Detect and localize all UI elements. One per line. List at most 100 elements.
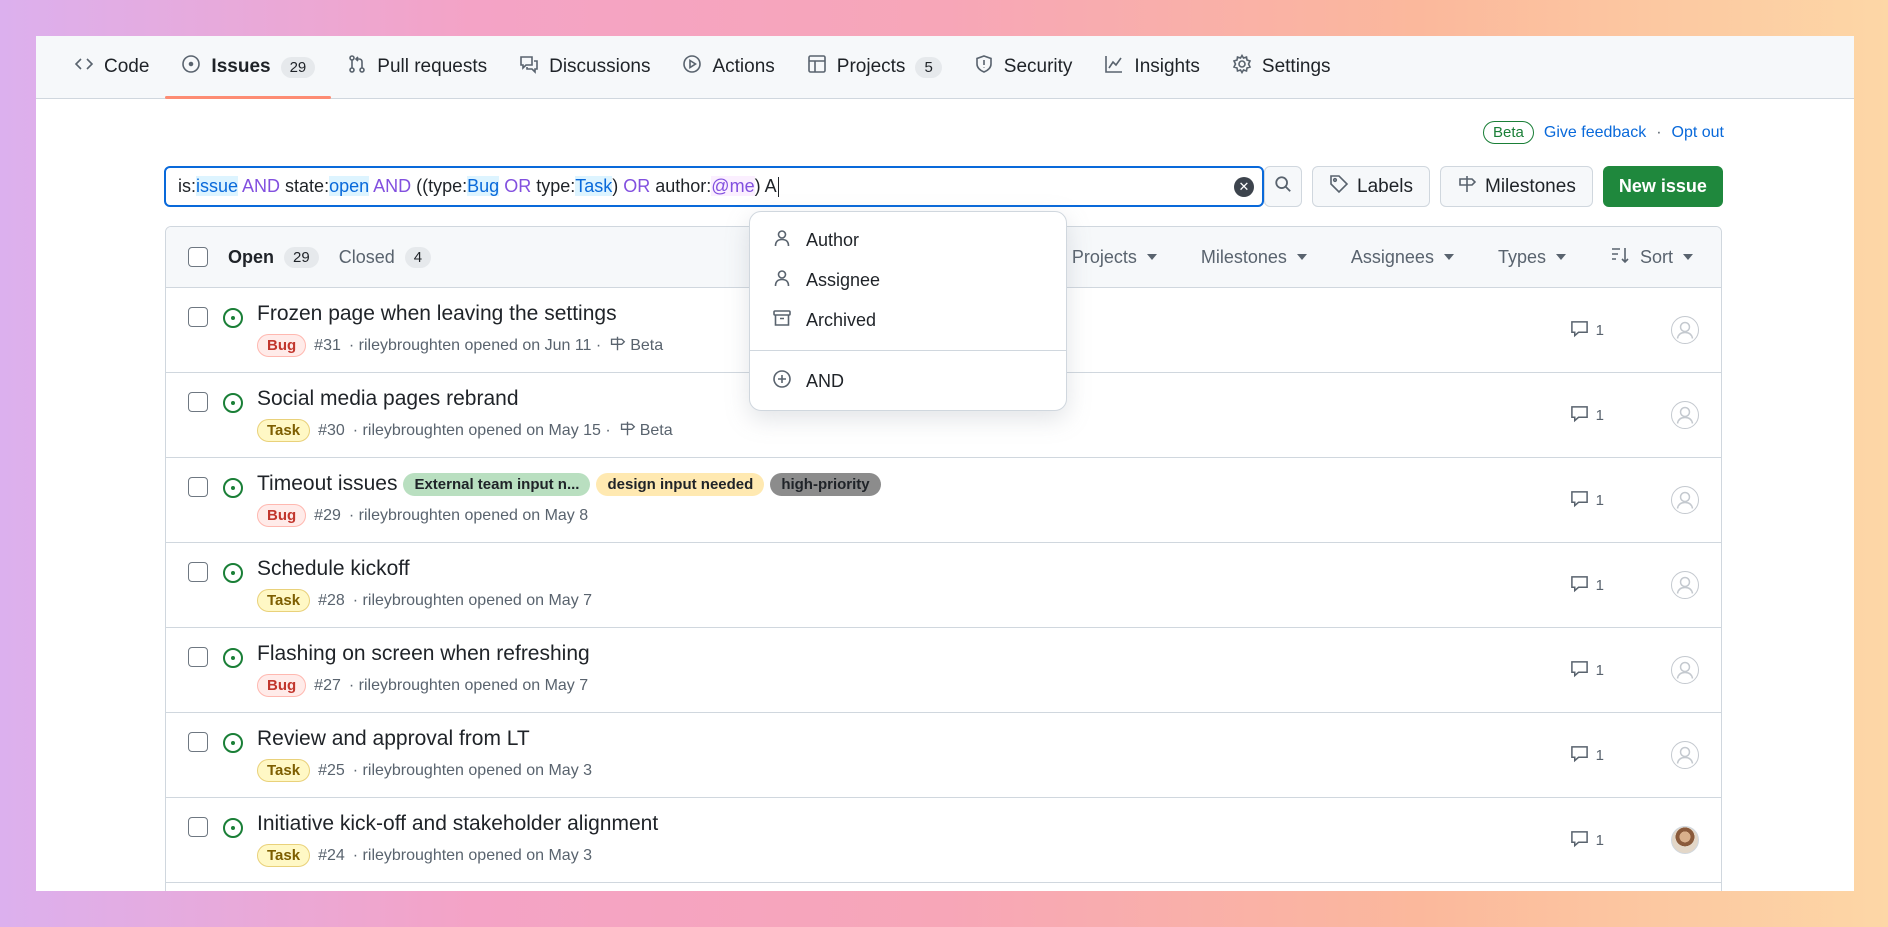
issue-title[interactable]: Frozen page when leaving the settings [257,302,617,326]
comments-link[interactable]: 1 [1570,319,1604,342]
nav-security[interactable]: Security [958,36,1089,98]
issue-opened-icon [222,477,244,499]
nav-settings[interactable]: Settings [1216,36,1347,98]
nav-actions[interactable]: Actions [666,36,790,98]
table-row[interactable]: Timeout issues External team input n... de… [166,458,1721,543]
query-token: is: [178,176,196,196]
issue-opened-icon [222,817,244,839]
issue-opened-by: · rileybroughten opened on Jun 11 · [348,336,602,354]
assignees-filter-label: Assignees [1350,246,1434,267]
assignees-filter[interactable]: Assignees [1351,247,1454,268]
table-row[interactable]: Initiative kick-off and stakeholder alig… [166,798,1721,883]
issue-opened-icon [222,562,244,584]
avatar-placeholder-icon[interactable] [1671,486,1699,514]
suggestion-archived[interactable]: Archived [750,300,1066,340]
search-button[interactable] [1264,166,1302,207]
comments-link[interactable]: 1 [1570,744,1604,767]
git-pull-request-icon [347,54,367,80]
nav-discussions[interactable]: Discussions [503,36,666,98]
suggestion-author[interactable]: Author [750,220,1066,260]
types-filter[interactable]: Types [1498,247,1566,268]
row-checkbox[interactable] [188,817,208,837]
table-row[interactable]: Review and approval from LT Task #25 · rile… [166,713,1721,798]
nav-issues[interactable]: Issues 29 [165,36,332,99]
tab-open[interactable]: Open 29 [228,246,319,268]
suggestion-assignee[interactable]: Assignee [750,260,1066,300]
row-checkbox[interactable] [188,732,208,752]
row-checkbox[interactable] [188,647,208,667]
suggestion-and[interactable]: AND [750,361,1066,401]
avatar[interactable] [1671,826,1699,854]
issue-title[interactable]: Review and approval from LT [257,727,530,751]
chevron-down-icon [1443,254,1454,260]
play-icon [682,54,702,80]
milestones-button[interactable]: Milestones [1440,166,1593,207]
nav-insights[interactable]: Insights [1088,36,1215,98]
avatar-placeholder-icon[interactable] [1671,741,1699,769]
avatar-placeholder-icon[interactable] [1671,316,1699,344]
row-checkbox[interactable] [188,392,208,412]
chevron-down-icon [1296,254,1307,260]
query-token: OR [499,176,537,196]
nav-label: Projects [836,56,906,77]
repo-nav: Code Issues 29 Pull requests Discussions… [36,36,1854,99]
comment-count: 1 [1595,407,1604,424]
issue-title[interactable]: Social media pages rebrand [257,387,519,411]
issue-title[interactable]: Flashing on screen when refreshing [257,642,590,666]
nav-projects[interactable]: Projects 5 [791,36,958,98]
tab-closed[interactable]: Closed 4 [339,246,432,268]
table-icon [807,54,827,80]
issue-meta: Task #24 · rileybroughten opened on May 3 [257,844,658,867]
nav-label: Issues [211,56,271,77]
issue-label[interactable]: high-priority [770,472,881,496]
milestones-filter[interactable]: Milestones [1201,247,1307,268]
milestone[interactable]: Beta [619,420,673,442]
avatar-placeholder-icon[interactable] [1671,571,1699,599]
nav-pull-requests[interactable]: Pull requests [331,36,503,98]
avatar-placeholder-icon[interactable] [1671,656,1699,684]
table-row[interactable]: Schedule kickoff Task #28 · rileybroughten … [166,543,1721,628]
nav-code[interactable]: Code [58,36,165,98]
comments-link[interactable]: 1 [1570,404,1604,427]
row-checkbox[interactable] [188,477,208,497]
sort-filter[interactable]: Sort [1610,245,1693,270]
row-checkbox[interactable] [188,562,208,582]
issue-type-badge: Bug [257,504,307,527]
issue-type-badge: Task [257,589,311,612]
query-token: OR [623,176,651,196]
row-checkbox[interactable] [188,307,208,327]
issue-label[interactable]: design input needed [596,472,765,496]
table-row[interactable]: Flashing on screen when refreshing Bug #27… [166,628,1721,713]
app-frame: Code Issues 29 Pull requests Discussions… [36,36,1854,891]
issue-title-line: Frozen page when leaving the settings [257,302,663,326]
comments-link[interactable]: 1 [1570,489,1604,512]
issue-title[interactable]: Initiative kick-off and stakeholder alig… [257,812,658,836]
suggestion-label: Assignee [806,269,881,290]
new-issue-button[interactable]: New issue [1602,166,1723,207]
milestones-button-label: Milestones [1485,175,1576,197]
avatar-placeholder-icon[interactable] [1671,401,1699,429]
open-counter: 29 [284,246,319,268]
milestone[interactable]: Beta [609,335,663,357]
issue-title[interactable]: Schedule kickoff [257,557,410,581]
comments-link[interactable]: 1 [1570,829,1604,852]
comments-link[interactable]: 1 [1570,574,1604,597]
issue-title[interactable]: Timeout issues [257,472,397,496]
issue-label[interactable]: External team input n... [403,472,591,496]
projects-counter: 5 [915,56,942,78]
x-circle-fill-icon[interactable]: ✕ [1234,177,1254,197]
issue-main: Timeout issues External team input n... de… [257,472,881,542]
graph-icon [1104,54,1124,80]
milestone-label: Beta [630,336,664,354]
person-icon [772,228,792,253]
give-feedback-link[interactable]: Give feedback [1544,124,1646,142]
milestones-filter-label: Milestones [1200,246,1287,267]
chevron-down-icon [1683,254,1693,260]
projects-filter[interactable]: Projects [1072,247,1157,268]
comments-link[interactable]: 1 [1570,659,1604,682]
opt-out-link[interactable]: Opt out [1672,124,1724,142]
labels-button-label: Labels [1357,175,1413,197]
labels-button[interactable]: Labels [1312,166,1430,207]
search-input[interactable]: is:issue AND state:open AND ((type:Bug O… [164,166,1264,207]
select-all-checkbox[interactable] [188,247,208,267]
